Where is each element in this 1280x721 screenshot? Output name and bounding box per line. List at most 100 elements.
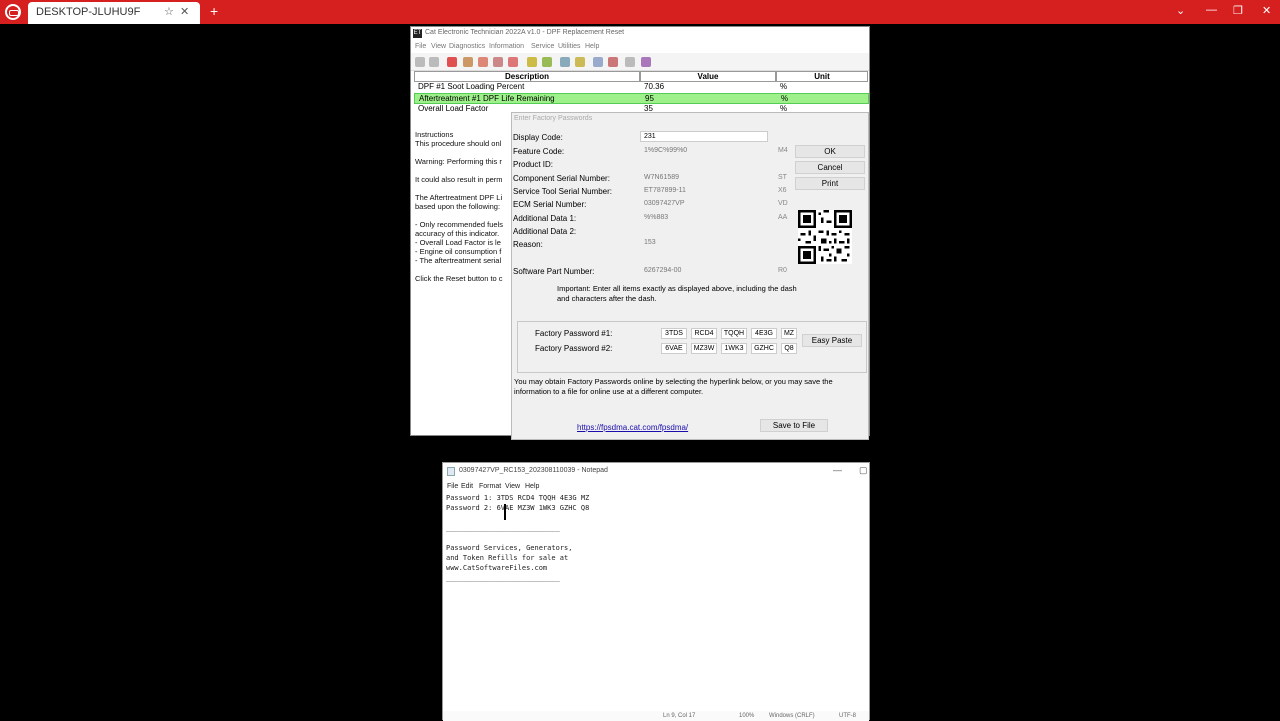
- password2-field-3[interactable]: 1WK3: [721, 343, 747, 354]
- cancel-button[interactable]: Cancel: [795, 161, 865, 174]
- toolbar-tool3-icon[interactable]: [493, 57, 503, 67]
- et-titlebar: ET Cat Electronic Technician 2022A v1.0 …: [411, 27, 869, 41]
- menu-diagnostics[interactable]: Diagnostics: [449, 43, 485, 50]
- np-menu-edit[interactable]: Edit: [461, 483, 473, 490]
- additional-data-2-label: Additional Data 2:: [513, 227, 577, 236]
- qr-code-icon: [798, 210, 852, 264]
- new-tab-icon[interactable]: +: [210, 3, 218, 19]
- reason-label: Reason:: [513, 240, 543, 249]
- password1-field-1[interactable]: 3TDS: [661, 328, 687, 339]
- password2-label: Factory Password #2:: [535, 344, 613, 353]
- toolbar-tool4-icon[interactable]: [508, 57, 518, 67]
- toolbar-status-icon[interactable]: [447, 57, 457, 67]
- menu-information[interactable]: Information: [489, 43, 524, 50]
- np-menu-format[interactable]: Format: [479, 483, 501, 490]
- menu-service[interactable]: Service: [531, 43, 554, 50]
- instruction-line: - Engine oil consumption f: [415, 247, 502, 256]
- instruction-line: It could also result in perm: [415, 175, 503, 184]
- chevron-down-icon[interactable]: ⌄: [1176, 4, 1185, 17]
- toolbar-tool7-icon[interactable]: [560, 57, 570, 67]
- instruction-line: accuracy of this indicator.: [415, 229, 500, 238]
- additional-data-1-value: %%883: [644, 214, 669, 221]
- col-header-unit[interactable]: Unit: [776, 71, 868, 82]
- feature-code-label: Feature Code:: [513, 147, 565, 156]
- star-icon[interactable]: ☆: [164, 5, 174, 18]
- software-part-label: Software Part Number:: [513, 267, 595, 276]
- instruction-line: This procedure should onl: [415, 139, 502, 148]
- viewer-titlebar: DESKTOP-JLUHU9F ☆ ✕ + ⌄ — ❐ ✕: [0, 0, 1280, 24]
- software-part-value: 6267294-00: [644, 267, 682, 274]
- display-code-label: Display Code:: [513, 133, 563, 142]
- password2-field-5[interactable]: Q8: [781, 343, 797, 354]
- password1-label: Factory Password #1:: [535, 329, 613, 338]
- notepad-text-area[interactable]: Password 1: 3TDS RCD4 TQQH 4E3G MZ Passw…: [446, 493, 589, 583]
- toolbar-tool5-icon[interactable]: [527, 57, 537, 67]
- close-icon[interactable]: ✕: [1262, 4, 1271, 17]
- password1-field-3[interactable]: TQQH: [721, 328, 747, 339]
- line-ending: Windows (CRLF): [769, 713, 815, 719]
- password2-field-1[interactable]: 6VAE: [661, 343, 687, 354]
- additional-data-1-label: Additional Data 1:: [513, 214, 577, 223]
- viewer-logo-icon: [5, 4, 21, 20]
- toolbar-disconnect-icon[interactable]: [429, 57, 439, 67]
- table-row-selected[interactable]: Aftertreatment #1 DPF Life Remaining 95 …: [414, 93, 869, 104]
- table-row[interactable]: DPF #1 Soot Loading Percent 70.36 %: [414, 82, 869, 93]
- ok-button[interactable]: OK: [795, 145, 865, 158]
- toolbar-tool11-icon[interactable]: [625, 57, 635, 67]
- notepad-title: 03097427VP_RC153_20230811003​9 - Notepad: [459, 467, 608, 474]
- password1-field-2[interactable]: RCD4: [691, 328, 717, 339]
- np-menu-help[interactable]: Help: [525, 483, 539, 490]
- easy-paste-button[interactable]: Easy Paste: [802, 334, 862, 347]
- minimize-icon[interactable]: —: [1206, 4, 1217, 16]
- maximize-icon[interactable]: ▢: [859, 465, 868, 476]
- password2-field-2[interactable]: MZ3W: [691, 343, 717, 354]
- password2-field-4[interactable]: GZHC: [751, 343, 777, 354]
- factory-password-dialog: Enter Factory Passwords Display Code: 23…: [511, 112, 869, 440]
- menu-file[interactable]: File: [415, 43, 426, 50]
- toolbar-tool6-icon[interactable]: [542, 57, 552, 67]
- obtain-passwords-note: You may obtain Factory Passwords online …: [514, 377, 833, 396]
- toolbar-tool10-icon[interactable]: [608, 57, 618, 67]
- component-serial-label: Component Serial Number:: [513, 174, 610, 183]
- password1-field-5[interactable]: MZ: [781, 328, 797, 339]
- et-menubar: File View Diagnostics Information Servic…: [411, 41, 869, 53]
- toolbar-tool9-icon[interactable]: [593, 57, 603, 67]
- cell-value: 70.36: [644, 82, 665, 91]
- np-menu-view[interactable]: View: [505, 483, 520, 490]
- instruction-line: The Aftertreatment DPF Li: [415, 193, 503, 202]
- dialog-title: Enter Factory Passwords: [514, 115, 593, 122]
- toolbar-tool1-icon[interactable]: [463, 57, 473, 67]
- np-menu-file[interactable]: File: [447, 483, 458, 490]
- toolbar-tool12-icon[interactable]: [641, 57, 651, 67]
- cell-unit: %: [780, 82, 788, 91]
- password1-field-4[interactable]: 4E3G: [751, 328, 777, 339]
- toolbar-tool2-icon[interactable]: [478, 57, 488, 67]
- fpsdma-link[interactable]: https://fpsdma.cat.com/fpsdma/: [577, 423, 688, 432]
- save-to-file-button[interactable]: Save to File: [760, 419, 828, 432]
- component-serial-suffix: ST: [778, 174, 787, 181]
- close-tab-icon[interactable]: ✕: [180, 5, 189, 18]
- instruction-line: based upon the following:: [415, 202, 501, 211]
- notepad-icon: [447, 467, 455, 476]
- text-cursor-icon: [504, 504, 506, 520]
- minimize-icon[interactable]: —: [833, 465, 842, 475]
- ecm-serial-value: 03097427VP: [644, 200, 685, 207]
- menu-view[interactable]: View: [431, 43, 446, 50]
- viewer-tab[interactable]: DESKTOP-JLUHU9F ☆ ✕: [28, 2, 200, 24]
- notepad-window: 03097427VP_RC153_20230811003​9 - Notepad…: [442, 462, 870, 721]
- instruction-line: - Overall Load Factor is le: [415, 238, 501, 247]
- display-code-field[interactable]: 231: [640, 131, 768, 142]
- toolbar-tool8-icon[interactable]: [575, 57, 585, 67]
- viewer-tab-title: DESKTOP-JLUHU9F: [36, 6, 141, 18]
- cell-description: DPF #1 Soot Loading Percent: [418, 82, 525, 91]
- print-button[interactable]: Print: [795, 177, 865, 190]
- menu-utilities[interactable]: Utilities: [558, 43, 581, 50]
- restore-icon[interactable]: ❐: [1233, 4, 1243, 17]
- software-part-suffix: R0: [778, 267, 787, 274]
- col-header-description[interactable]: Description: [414, 71, 640, 82]
- service-tool-serial-value: ET787899-11: [644, 187, 686, 194]
- col-header-value[interactable]: Value: [640, 71, 776, 82]
- menu-help[interactable]: Help: [585, 43, 599, 50]
- encoding: UTF-8: [839, 713, 856, 719]
- toolbar-connect-icon[interactable]: [415, 57, 425, 67]
